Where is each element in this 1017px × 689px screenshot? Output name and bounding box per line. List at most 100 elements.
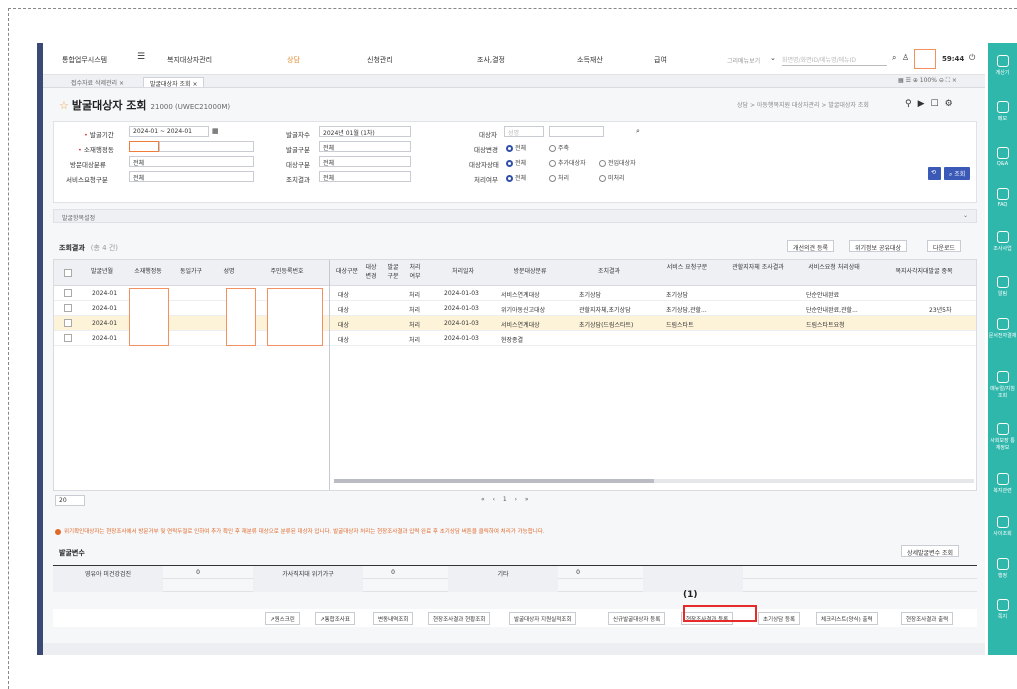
- search-icon[interactable]: ⌕: [636, 127, 640, 136]
- new-target-register-button[interactable]: 신규발굴대상자 등록: [608, 612, 666, 625]
- stats-detail-button[interactable]: 상세발굴변수 조회: [901, 545, 960, 557]
- system-title[interactable]: 통합업무시스템: [62, 55, 107, 65]
- period-input[interactable]: 2024-01 ~ 2024-01: [129, 126, 209, 137]
- change-radio-main[interactable]: 주축: [549, 143, 569, 152]
- search-button[interactable]: ⌕ 조회: [944, 167, 971, 180]
- svc-select[interactable]: 전체: [129, 171, 254, 182]
- col-header[interactable]: 대상구분: [332, 266, 362, 275]
- select-all-checkbox[interactable]: [64, 269, 72, 277]
- page-nav[interactable]: « ‹ 1 › »: [481, 496, 532, 503]
- col-header[interactable]: 동일가구: [174, 266, 208, 275]
- type-select[interactable]: 전체: [319, 141, 411, 152]
- target-name-input[interactable]: 성명: [504, 126, 544, 137]
- status-radio-movein[interactable]: 전입대상자: [599, 158, 636, 167]
- zoom-controls[interactable]: ▦ ☰ ⊕ 100% ⊖ ⛶ ×: [898, 77, 957, 85]
- share-crisis-button[interactable]: 위기정보 공유대상: [849, 240, 908, 252]
- horizontal-scrollbar[interactable]: [334, 479, 974, 483]
- download-button[interactable]: 다운로드: [927, 240, 962, 252]
- page-tool-icons[interactable]: ⚲▶☐⚙: [905, 99, 959, 109]
- checklist-print-button[interactable]: 체크리스트(양식) 출력: [816, 612, 878, 625]
- col-header[interactable]: 방문대상분류: [498, 266, 562, 275]
- nav-item-survey[interactable]: 조사,결정: [477, 55, 505, 65]
- proc-radio-all[interactable]: 전체: [506, 173, 526, 182]
- survey-select[interactable]: 전체: [319, 171, 411, 182]
- rail-item-memo[interactable]: 메모: [988, 101, 1017, 122]
- table-row-selected[interactable]: 2024-01 대상 처리 2024-01-03 서비스연계대상 초기상담(드림…: [54, 316, 976, 331]
- district-select[interactable]: [159, 141, 254, 152]
- user-icon[interactable]: ♙: [902, 53, 909, 62]
- status-radio-added[interactable]: 추가대상자: [549, 158, 586, 167]
- menu-view-select[interactable]: 그리메뉴보기: [727, 56, 760, 65]
- tab-delete-mgmt[interactable]: 접수자료 삭제관리 ×: [65, 77, 130, 87]
- nav-welfare-mgmt[interactable]: 복지대상자관리: [167, 55, 212, 65]
- rail-item-alert[interactable]: 알림: [988, 276, 1017, 297]
- proc-radio-done[interactable]: 처리: [549, 173, 569, 182]
- proc-radio-undone[interactable]: 미처리: [599, 173, 625, 182]
- calendar-icon[interactable]: ▦: [212, 127, 219, 135]
- col-header[interactable]: 처리일자: [438, 266, 488, 275]
- table-row[interactable]: 2024-01 대상 처리 2024-01-03 위기아동신고대상 관할지자체,…: [54, 301, 976, 316]
- col-header[interactable]: 소재행정동: [124, 266, 172, 275]
- rail-item-search[interactable]: 사이조회: [988, 516, 1017, 537]
- rail-item-faq[interactable]: FAQ: [988, 188, 1017, 208]
- rail-item-welfare[interactable]: 복지관련: [988, 473, 1017, 494]
- visit-select[interactable]: 전체: [129, 156, 254, 167]
- row-checkbox[interactable]: [64, 304, 72, 312]
- discovery-settings-bar[interactable]: 발굴항목설정 ⌄: [53, 209, 977, 223]
- row-checkbox[interactable]: [64, 289, 72, 297]
- onescreen-button[interactable]: ↗원스크린: [265, 612, 300, 625]
- page-size-select[interactable]: 20: [55, 495, 85, 506]
- chevron-down-icon[interactable]: ⌄: [963, 212, 968, 219]
- col-header[interactable]: 발굴 구분: [386, 262, 400, 280]
- tgt-type-select[interactable]: 전체: [319, 156, 411, 167]
- col-header[interactable]: 주민등록번호: [259, 266, 315, 275]
- change-radio-all[interactable]: 전체: [506, 143, 526, 152]
- nav-item-income[interactable]: 소득재산: [577, 55, 603, 65]
- table-row[interactable]: 2024-01 대상 처리 2024-01-03 현장종결: [54, 331, 976, 346]
- rail-item-qna[interactable]: Q&A: [988, 147, 1017, 167]
- target-id-input[interactable]: [549, 126, 604, 137]
- favorite-star-icon[interactable]: ☆: [59, 99, 69, 112]
- survey-status-button[interactable]: 현장조사결과 현황조회: [428, 612, 491, 625]
- rail-item-calculator[interactable]: 게산기: [988, 55, 1017, 76]
- nav-item-counsel[interactable]: 상담: [287, 55, 300, 65]
- change-history-button[interactable]: 변동내역조회: [373, 612, 414, 625]
- hamburger-icon[interactable]: ☰: [137, 52, 145, 62]
- integrated-survey-button[interactable]: ↗통합조사표: [315, 612, 355, 625]
- row-checkbox[interactable]: [64, 334, 72, 342]
- rail-item-approval[interactable]: 문서전자결재: [988, 318, 1017, 339]
- support-result-button[interactable]: 발굴대상자 지원실적조회: [509, 612, 577, 625]
- col-header[interactable]: 서비스요청 처리상태: [804, 262, 864, 271]
- feedback-button[interactable]: 개선의견 등록: [787, 240, 835, 252]
- status-radio-all[interactable]: 전체: [506, 158, 526, 167]
- nav-item-apply[interactable]: 신청관리: [367, 55, 393, 65]
- initial-counsel-register-button[interactable]: 초기상담 등록: [758, 612, 801, 625]
- nav-item-benefit[interactable]: 급여: [654, 55, 667, 65]
- rail-item-message[interactable]: 쪽지: [988, 599, 1017, 620]
- col-header[interactable]: 성명: [214, 266, 244, 275]
- chevron-down-icon[interactable]: ⌄: [770, 54, 776, 62]
- survey-result-print-button[interactable]: 현장조사결과 출력: [901, 612, 954, 625]
- rail-item-admin[interactable]: 행정: [988, 558, 1017, 579]
- logout-icon[interactable]: ⏻: [969, 53, 975, 63]
- grid-header: 발굴년월 소재행정동 동일가구 성명 주민등록번호 대상구분 대상 변경 발굴 …: [54, 260, 976, 286]
- col-header[interactable]: 조치결과: [574, 266, 644, 275]
- rail-item-survey[interactable]: 조사사업: [988, 231, 1017, 252]
- menu-search-input[interactable]: 화면명/화면ID/메뉴명/메뉴ID: [782, 52, 887, 66]
- table-row[interactable]: 2024-01 대상 처리 2024-01-03 서비스연계대상 초기상담 초기…: [54, 286, 976, 301]
- district-input-masked[interactable]: [129, 141, 159, 152]
- reset-icon[interactable]: ⟲: [928, 167, 941, 180]
- col-header[interactable]: 대상 변경: [364, 262, 378, 280]
- col-header[interactable]: 서비스 요청구분: [662, 262, 712, 271]
- stats-row: 영유아 미건강검진 0 가사직지대 위기가구 0 기타 0: [53, 566, 977, 579]
- row-checkbox[interactable]: [64, 319, 72, 327]
- round-select[interactable]: 2024년 01월 (1차): [319, 126, 411, 137]
- col-header[interactable]: 복지사각지대발굴 중복: [872, 266, 976, 275]
- rail-item-stats[interactable]: 사회보장 통계정보: [988, 423, 1017, 451]
- col-header[interactable]: 관할지자체 조사결과: [728, 262, 788, 271]
- col-header[interactable]: 발굴년월: [84, 266, 120, 275]
- rail-item-manual[interactable]: 매뉴얼/지침 조회: [988, 371, 1017, 399]
- search-icon[interactable]: ⌕: [892, 53, 896, 63]
- tab-discovery-search[interactable]: 발굴대상자 조회 ×: [143, 77, 205, 88]
- col-header[interactable]: 처리 여부: [408, 262, 422, 280]
